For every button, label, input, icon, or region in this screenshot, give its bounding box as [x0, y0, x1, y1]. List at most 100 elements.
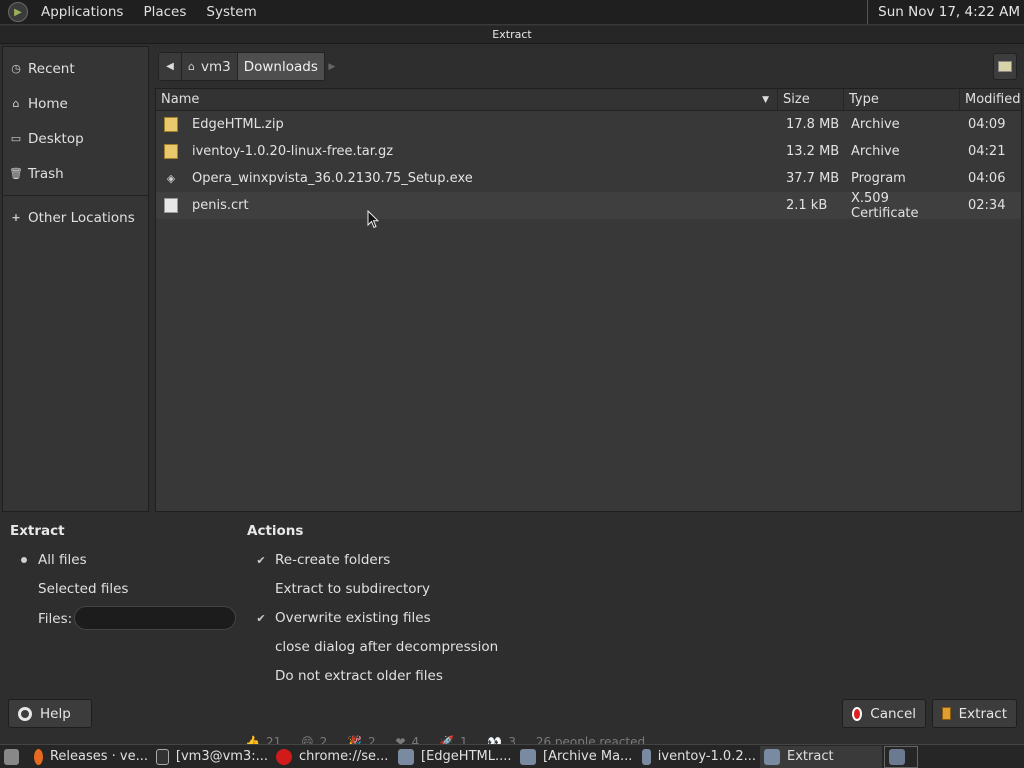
archive-manager-icon — [764, 748, 780, 765]
files-radio[interactable]: Files: — [18, 609, 72, 629]
no-older-files-checkbox[interactable]: Do not extract older files — [255, 666, 443, 686]
recent-icon: ◷ — [11, 62, 21, 75]
path-bar: ◀ ⌂ vm3 Downloads ▶ — [158, 51, 339, 82]
help-lifebuoy-icon — [18, 706, 32, 721]
mate-logo-icon[interactable]: ▶ — [8, 2, 28, 22]
taskbar-item-iventoy[interactable]: iventoy-1.0.2... — [638, 746, 760, 768]
background-reactions: 👍 21 😄 2 🎉 2 ❤ 4 🚀 1 👀 3 26 people reacted — [245, 733, 645, 744]
column-header-modified[interactable]: Modified — [960, 89, 1021, 110]
files-pattern-input[interactable] — [74, 606, 236, 630]
close-dialog-checkbox[interactable]: close dialog after decompression — [255, 637, 498, 657]
file-size: 2.1 kB — [786, 198, 828, 213]
top-panel: ▶ Applications Places System Sun Nov 17,… — [0, 0, 1024, 25]
sidebar-item-other-locations[interactable]: + Other Locations — [3, 200, 148, 235]
document-icon — [164, 198, 178, 213]
file-modified: 02:34 — [968, 198, 1006, 213]
path-segment-vm3[interactable]: ⌂ vm3 — [182, 52, 238, 81]
checkbox-label: Re-create folders — [275, 552, 391, 568]
workspace-icon — [889, 748, 905, 765]
table-row[interactable]: iventoy-1.0.20-linux-free.tar.gz 13.2 MB… — [156, 138, 1021, 165]
radio-label: All files — [38, 552, 87, 568]
extract-archive-icon — [942, 707, 951, 720]
taskbar-item-edgehtml[interactable]: [EdgeHTML.... — [394, 746, 516, 768]
desktop-folder-icon: ▭ — [10, 132, 22, 145]
trash-icon: 🗑 — [9, 167, 23, 180]
all-files-radio[interactable]: All files — [18, 550, 87, 570]
extract-subdirectory-checkbox[interactable]: Extract to subdirectory — [255, 579, 430, 599]
show-desktop-icon — [4, 748, 19, 765]
radio-checked-icon — [18, 554, 30, 566]
sidebar-item-trash[interactable]: 🗑 Trash — [3, 156, 148, 191]
cancel-button[interactable]: Cancel — [842, 699, 926, 728]
places-sidebar: ◷ Recent ⌂ Home ▭ Desktop 🗑 Trash + Othe… — [2, 46, 149, 512]
archive-manager-icon — [520, 748, 536, 765]
table-row[interactable]: penis.crt 2.1 kB X.509 Certificate 02:34 — [156, 191, 1021, 221]
archive-manager-icon — [398, 748, 414, 765]
taskbar-item-extract[interactable]: Extract — [760, 745, 882, 768]
table-row[interactable]: EdgeHTML.zip 17.8 MB Archive 04:09 — [156, 111, 1021, 138]
system-menu[interactable]: System — [199, 4, 263, 20]
applications-menu[interactable]: Applications — [34, 4, 130, 20]
file-size: 37.7 MB — [786, 171, 840, 186]
places-menu[interactable]: Places — [136, 4, 193, 20]
sidebar-item-recent[interactable]: ◷ Recent — [3, 51, 148, 86]
extract-button[interactable]: Extract — [932, 699, 1017, 728]
archive-icon — [164, 144, 178, 159]
checkbox-label: Extract to subdirectory — [275, 581, 431, 597]
unchecked-box-icon — [255, 641, 267, 653]
reaction-count: 1 — [459, 735, 468, 744]
sidebar-item-home[interactable]: ⌂ Home — [3, 86, 148, 121]
column-header-name[interactable]: Name ▼ — [156, 89, 778, 110]
file-name: penis.crt — [192, 198, 249, 213]
taskbar: Releases · ve... [vm3@vm3:... chrome://s… — [0, 744, 1024, 768]
reactions-summary: 26 people reacted — [535, 735, 646, 744]
file-size: 17.8 MB — [786, 117, 840, 132]
table-row[interactable]: ◈ Opera_winxpvista_36.0.2130.75_Setup.exe… — [156, 165, 1021, 192]
column-header-type[interactable]: Type — [844, 89, 960, 110]
actions-section-title: Actions — [247, 523, 304, 539]
taskbar-item-archive-manager[interactable]: [Archive Ma... — [516, 746, 638, 768]
column-header-size[interactable]: Size — [778, 89, 844, 110]
path-forward-arrow-icon[interactable]: ▶ — [325, 52, 339, 81]
help-button[interactable]: Help — [8, 699, 92, 728]
overwrite-files-checkbox[interactable]: ✔ Overwrite existing files — [255, 608, 430, 628]
create-folder-button[interactable] — [993, 53, 1017, 80]
clock[interactable]: Sun Nov 17, 4:22 AM — [867, 0, 1024, 24]
checkbox-label: Do not extract older files — [275, 668, 443, 684]
path-back-arrow-icon[interactable]: ◀ — [158, 52, 182, 81]
unchecked-box-icon — [255, 670, 267, 682]
show-desktop-button[interactable] — [0, 746, 30, 768]
column-label: Name — [161, 92, 200, 107]
file-name: Opera_winxpvista_36.0.2130.75_Setup.exe — [192, 171, 473, 186]
taskbar-item-label: chrome://se... — [299, 749, 389, 764]
taskbar-item-label: Extract — [787, 749, 834, 764]
file-type: Program — [851, 171, 906, 186]
button-label: Cancel — [870, 705, 916, 722]
checkmark-icon: ✔ — [256, 553, 266, 567]
sidebar-item-label: Other Locations — [28, 209, 135, 226]
radio-unchecked-icon — [18, 583, 30, 595]
taskbar-item-terminal[interactable]: [vm3@vm3:... — [152, 746, 272, 768]
opera-browser-icon — [276, 748, 292, 765]
sidebar-item-label: Desktop — [28, 130, 84, 147]
new-folder-icon — [998, 61, 1012, 72]
firefox-icon — [34, 748, 43, 765]
recreate-folders-checkbox[interactable]: ✔ Re-create folders — [255, 550, 390, 570]
reaction-count: 2 — [319, 735, 328, 744]
taskbar-item-label: iventoy-1.0.2... — [657, 749, 756, 764]
selected-files-radio[interactable]: Selected files — [18, 579, 128, 599]
path-segment-downloads[interactable]: Downloads — [237, 52, 325, 81]
taskbar-item-chrome[interactable]: chrome://se... — [272, 746, 394, 768]
taskbar-item-label: [Archive Ma... — [543, 749, 633, 764]
button-label: Help — [40, 705, 71, 722]
sidebar-divider — [3, 195, 148, 196]
archive-icon — [164, 117, 178, 132]
checkmark-icon: ✔ — [256, 611, 266, 625]
file-type: Archive — [851, 117, 900, 132]
taskbar-item-firefox[interactable]: Releases · ve... — [30, 746, 152, 768]
archive-manager-icon — [642, 748, 651, 765]
reaction-count: 4 — [411, 735, 420, 744]
sidebar-item-desktop[interactable]: ▭ Desktop — [3, 121, 148, 156]
sidebar-item-label: Trash — [28, 165, 64, 182]
workspace-switcher[interactable] — [884, 745, 918, 768]
